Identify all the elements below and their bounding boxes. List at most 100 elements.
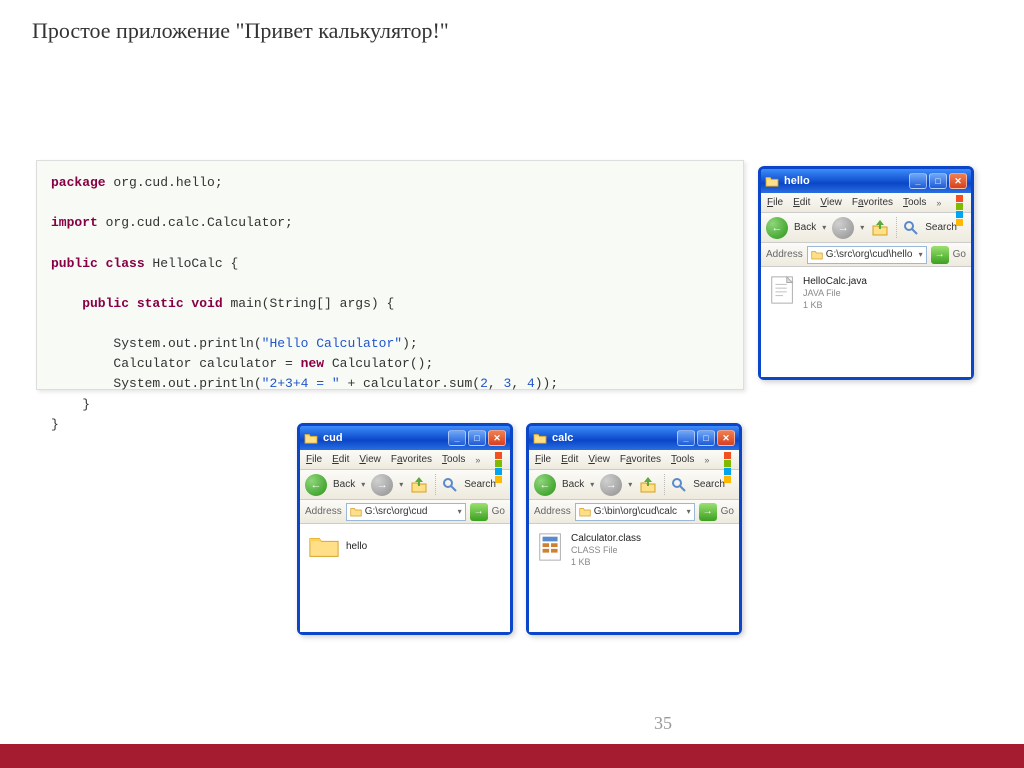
folder-icon	[304, 432, 318, 444]
num: 4	[527, 376, 535, 391]
go-button[interactable]: →	[931, 246, 949, 264]
menu-edit[interactable]: Edit	[561, 454, 578, 465]
forward-button[interactable]: →	[371, 474, 393, 496]
page-title: Простое приложение "Привет калькулятор!"	[32, 18, 449, 44]
search-label[interactable]: Search	[464, 479, 496, 490]
code-text: ,	[511, 376, 527, 391]
address-input[interactable]: G:\src\org\cud\hello ▾	[807, 246, 927, 264]
menu-view[interactable]: View	[820, 197, 842, 208]
search-icon[interactable]	[671, 477, 687, 493]
menu-favorites[interactable]: Favorites	[620, 454, 661, 465]
dropdown-icon[interactable]: ▾	[687, 507, 691, 516]
titlebar[interactable]: calc _ □ ✕	[529, 426, 739, 450]
kw-import: import	[51, 215, 98, 230]
address-input[interactable]: G:\src\org\cud ▾	[346, 503, 466, 521]
fwd-dropdown-icon[interactable]: ▾	[860, 223, 864, 232]
go-button[interactable]: →	[470, 503, 488, 521]
explorer-window-cud: cud _ □ ✕ File Edit View Favorites Tools…	[297, 423, 513, 635]
menu-view[interactable]: View	[359, 454, 381, 465]
menu-more[interactable]: »	[475, 455, 480, 465]
search-icon[interactable]	[903, 220, 919, 236]
code-text: System.out.println(	[51, 336, 262, 351]
titlebar[interactable]: cud _ □ ✕	[300, 426, 510, 450]
code-text: }	[51, 417, 59, 432]
folder-icon	[765, 175, 779, 187]
file-item[interactable]: HelloCalc.java JAVA File 1 KB	[769, 275, 963, 311]
folder-content[interactable]: hello	[300, 524, 510, 632]
window-title: hello	[784, 175, 810, 187]
page-number: 35	[654, 713, 672, 734]
menu-favorites[interactable]: Favorites	[852, 197, 893, 208]
menu-file[interactable]: File	[535, 454, 551, 465]
up-button[interactable]	[409, 475, 429, 495]
go-label: Go	[953, 249, 966, 260]
dropdown-icon[interactable]: ▾	[458, 507, 462, 516]
fwd-dropdown-icon[interactable]: ▾	[628, 480, 632, 489]
close-button[interactable]: ✕	[717, 430, 735, 446]
windows-logo-icon	[723, 452, 733, 468]
menu-tools[interactable]: Tools	[671, 454, 694, 465]
menubar: File Edit View Favorites Tools »	[761, 193, 971, 213]
address-text: G:\src\org\cud\hello	[826, 249, 913, 260]
menu-edit[interactable]: Edit	[793, 197, 810, 208]
folder-content[interactable]: Calculator.class CLASS File 1 KB	[529, 524, 739, 632]
forward-button[interactable]: →	[600, 474, 622, 496]
menubar: File Edit View Favorites Tools »	[529, 450, 739, 470]
windows-logo-icon	[494, 452, 504, 468]
dropdown-icon[interactable]: ▾	[919, 250, 923, 259]
file-type: CLASS File	[571, 545, 641, 557]
close-button[interactable]: ✕	[949, 173, 967, 189]
folder-item[interactable]: hello	[308, 532, 502, 560]
menu-file[interactable]: File	[306, 454, 322, 465]
maximize-button[interactable]: □	[468, 430, 486, 446]
address-input[interactable]: G:\bin\org\cud\calc ▾	[575, 503, 695, 521]
minimize-button[interactable]: _	[677, 430, 695, 446]
separator	[664, 474, 665, 496]
kw-psv: public static void	[51, 296, 223, 311]
folder-name: hello	[346, 540, 367, 553]
back-button[interactable]: ←	[766, 217, 788, 239]
code-text: }	[51, 397, 90, 412]
fwd-dropdown-icon[interactable]: ▾	[399, 480, 403, 489]
explorer-window-calc: calc _ □ ✕ File Edit View Favorites Tool…	[526, 423, 742, 635]
menu-edit[interactable]: Edit	[332, 454, 349, 465]
kw-public-class: public class	[51, 256, 145, 271]
close-button[interactable]: ✕	[488, 430, 506, 446]
menubar: File Edit View Favorites Tools »	[300, 450, 510, 470]
menu-tools[interactable]: Tools	[903, 197, 926, 208]
menu-more[interactable]: »	[936, 198, 941, 208]
search-icon[interactable]	[442, 477, 458, 493]
search-label[interactable]: Search	[693, 479, 725, 490]
menu-tools[interactable]: Tools	[442, 454, 465, 465]
class-file-icon	[537, 532, 565, 562]
go-label: Go	[492, 506, 505, 517]
maximize-button[interactable]: □	[697, 430, 715, 446]
maximize-button[interactable]: □	[929, 173, 947, 189]
forward-button[interactable]: →	[832, 217, 854, 239]
menu-more[interactable]: »	[704, 455, 709, 465]
back-dropdown-icon[interactable]: ▾	[590, 480, 594, 489]
minimize-button[interactable]: _	[909, 173, 927, 189]
menu-file[interactable]: File	[767, 197, 783, 208]
num: 2	[480, 376, 488, 391]
up-button[interactable]	[870, 218, 890, 238]
code-text: Calculator();	[324, 356, 433, 371]
back-dropdown-icon[interactable]: ▾	[361, 480, 365, 489]
menu-favorites[interactable]: Favorites	[391, 454, 432, 465]
code-text: ));	[535, 376, 558, 391]
titlebar[interactable]: hello _ □ ✕	[761, 169, 971, 193]
code-text: );	[402, 336, 418, 351]
file-item[interactable]: Calculator.class CLASS File 1 KB	[537, 532, 731, 568]
menu-view[interactable]: View	[588, 454, 610, 465]
go-button[interactable]: →	[699, 503, 717, 521]
window-title: calc	[552, 432, 573, 444]
minimize-button[interactable]: _	[448, 430, 466, 446]
code-text: org.cud.calc.Calculator;	[98, 215, 293, 230]
up-button[interactable]	[638, 475, 658, 495]
back-button[interactable]: ←	[534, 474, 556, 496]
back-button[interactable]: ←	[305, 474, 327, 496]
file-size: 1 KB	[803, 300, 867, 312]
back-dropdown-icon[interactable]: ▾	[822, 223, 826, 232]
search-label[interactable]: Search	[925, 222, 957, 233]
folder-content[interactable]: HelloCalc.java JAVA File 1 KB	[761, 267, 971, 377]
